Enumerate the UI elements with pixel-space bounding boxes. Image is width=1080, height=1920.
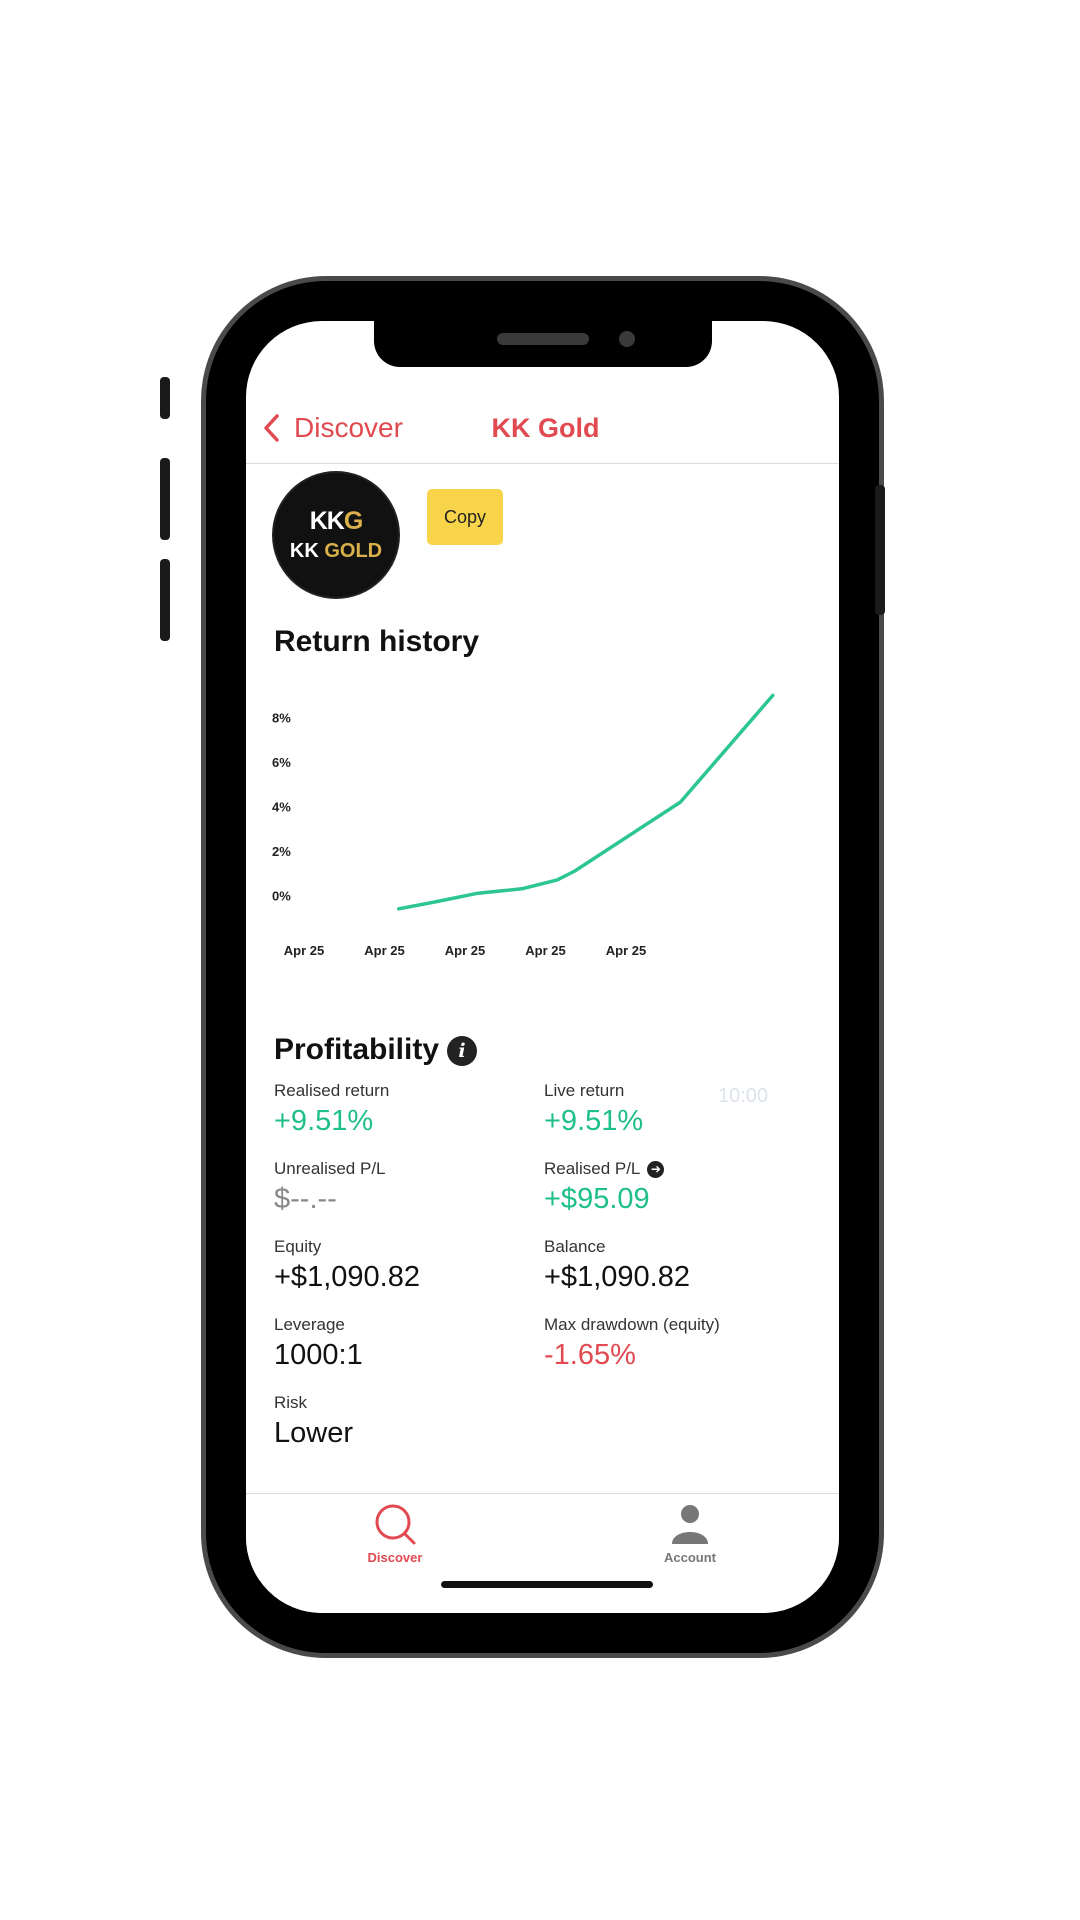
page-title: KK Gold — [491, 412, 600, 443]
x-tick-label: Apr 25 — [445, 943, 485, 958]
max-drawdown-label: Max drawdown (equity) — [544, 1315, 720, 1334]
x-tick-label: Apr 25 — [606, 943, 646, 958]
realised-return-label: Realised return — [274, 1081, 390, 1100]
return-history-chart: 0% 2% 4% 6% 8% Apr 25 Apr 25 Apr 25 Apr 25 Apr 2… — [272, 693, 775, 958]
tab-discover[interactable]: Discover — [335, 1502, 455, 1572]
volume-down-button — [160, 559, 170, 641]
x-tick-label: Apr 25 — [364, 943, 404, 958]
power-button — [875, 485, 885, 615]
leverage-label: Leverage — [274, 1315, 345, 1334]
realised-pl-label: Realised P/L — [544, 1159, 641, 1178]
live-return-value: +9.51% — [544, 1105, 644, 1137]
person-icon — [672, 1505, 708, 1544]
tab-bar: Discover Account — [246, 1493, 839, 1613]
tab-account-label: Account — [664, 1550, 716, 1565]
arrow-right-icon[interactable]: ➔ — [647, 1160, 665, 1178]
realised-return-value: +9.51% — [274, 1105, 374, 1137]
volume-up-button — [160, 458, 170, 540]
x-tick-label: Apr 25 — [284, 943, 324, 958]
risk-label: Risk — [274, 1393, 308, 1412]
front-camera — [619, 331, 635, 347]
ghost-time-text: 10:00 — [718, 1085, 769, 1107]
chart-series-line — [397, 693, 775, 911]
risk-value: Lower — [274, 1417, 353, 1449]
y-tick-label: 4% — [272, 800, 291, 815]
trader-avatar: KKG KK GOLD — [274, 473, 398, 597]
mute-switch — [160, 377, 170, 419]
leverage-value: 1000:1 — [274, 1339, 363, 1371]
info-icon[interactable]: i — [447, 1036, 477, 1066]
logo-monogram: KKG — [309, 507, 364, 535]
unrealised-pl-label: Unrealised P/L — [274, 1159, 386, 1178]
search-icon — [375, 1504, 416, 1545]
live-return-label: Live return — [544, 1081, 625, 1100]
unrealised-pl-value: $--.-- — [274, 1183, 337, 1215]
y-tick-label: 0% — [272, 888, 291, 903]
logo-wordmark: KK GOLD — [289, 540, 383, 562]
realised-pl-value: +$95.09 — [544, 1183, 650, 1215]
equity-value: +$1,090.82 — [274, 1261, 420, 1293]
navigation-bar: Discover KK Gold — [246, 393, 839, 464]
speaker-grille — [497, 333, 589, 345]
return-history-title: Return history — [274, 625, 480, 658]
tab-account[interactable]: Account — [630, 1502, 750, 1572]
phone-frame: Discover KK Gold KKG KK GOLD Copy Return… — [160, 281, 885, 1653]
y-tick-label: 8% — [272, 711, 291, 726]
phone-screen: Discover KK Gold KKG KK GOLD Copy Return… — [246, 321, 839, 1613]
realised-pl-label-row: Realised P/L ➔ — [544, 1159, 665, 1179]
balance-label: Balance — [544, 1237, 606, 1256]
profitability-title: Profitability — [274, 1033, 440, 1066]
balance-value: +$1,090.82 — [544, 1261, 690, 1293]
copy-button[interactable]: Copy — [427, 489, 503, 545]
x-tick-label: Apr 25 — [525, 943, 565, 958]
tab-discover-label: Discover — [367, 1550, 423, 1565]
y-tick-label: 2% — [272, 844, 291, 859]
max-drawdown-value: -1.65% — [544, 1339, 636, 1371]
equity-label: Equity — [274, 1237, 322, 1256]
home-indicator — [441, 1581, 653, 1588]
y-tick-label: 6% — [272, 755, 291, 770]
notch — [374, 321, 712, 367]
